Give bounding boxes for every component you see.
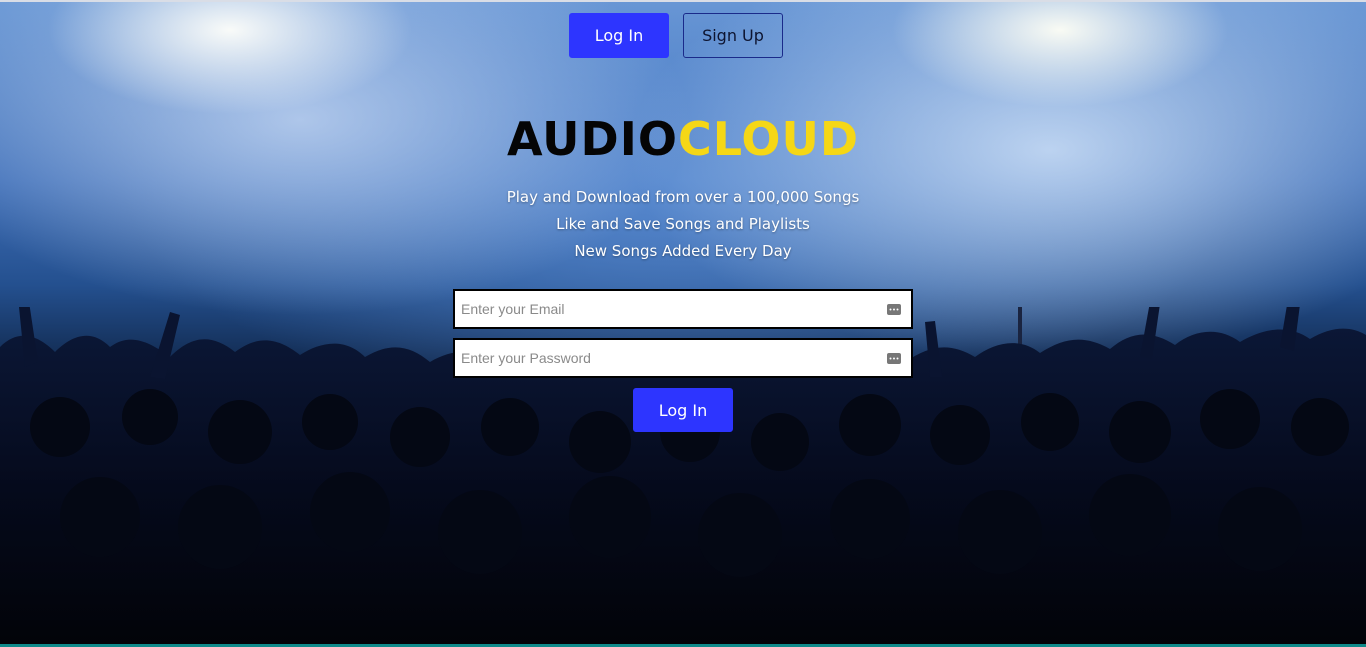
- password-field[interactable]: [455, 340, 887, 376]
- header-signup-button[interactable]: Sign Up: [683, 13, 783, 58]
- tagline: Like and Save Songs and Playlists: [556, 215, 810, 233]
- tagline-list: Play and Download from over a 100,000 So…: [0, 184, 1366, 265]
- brand-logo-part1: AUDIO: [506, 112, 678, 166]
- tagline: Play and Download from over a 100,000 So…: [506, 188, 860, 206]
- autofill-key-icon[interactable]: [887, 303, 901, 315]
- brand-logo: AUDIOCLOUD: [0, 112, 1366, 166]
- top-border: [0, 0, 1366, 2]
- header-login-button[interactable]: Log In: [569, 13, 669, 58]
- brand-logo-part2: CLOUD: [677, 112, 860, 166]
- email-field-wrapper: [453, 289, 913, 329]
- password-field-wrapper: [453, 338, 913, 378]
- login-submit-button[interactable]: Log In: [633, 388, 733, 432]
- autofill-key-icon[interactable]: [887, 352, 901, 364]
- tagline: New Songs Added Every Day: [574, 242, 792, 260]
- email-field[interactable]: [455, 291, 887, 327]
